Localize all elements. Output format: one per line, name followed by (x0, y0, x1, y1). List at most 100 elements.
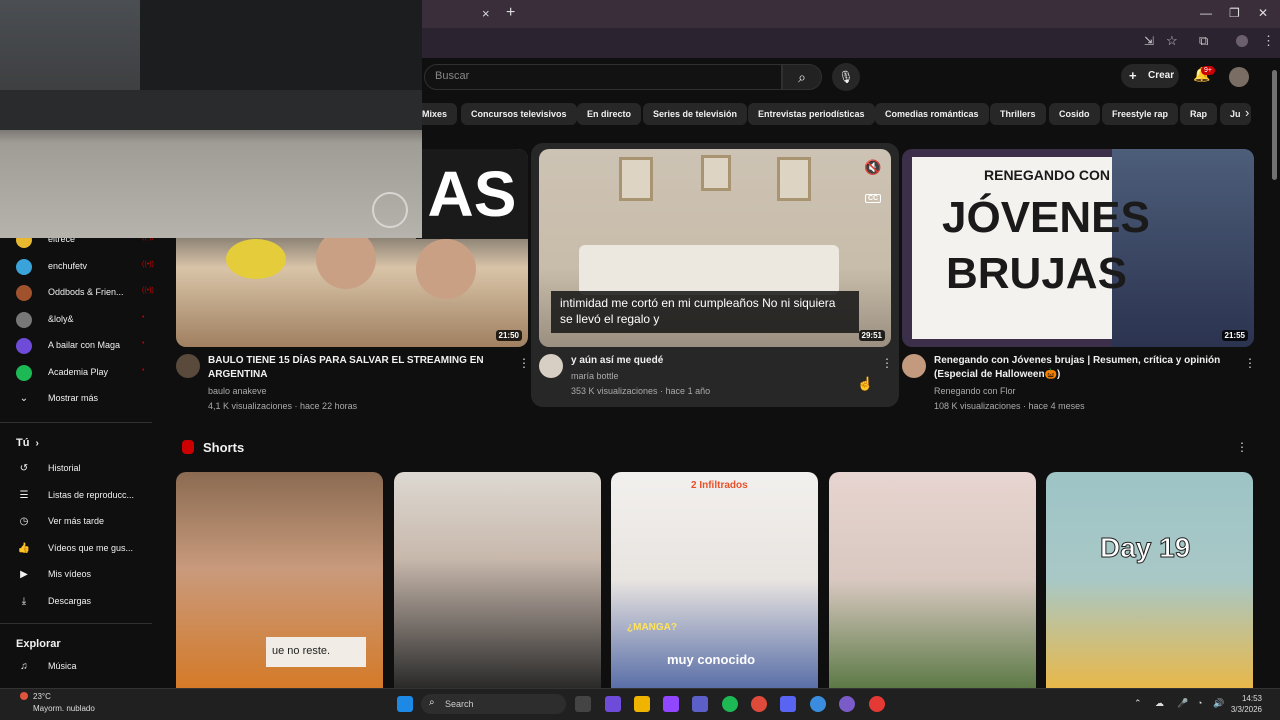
windows-start-icon[interactable] (397, 696, 413, 712)
caption-overlay: intimidad me cortó en mi cumpleaños No n… (551, 291, 859, 333)
install-app-icon[interactable]: ⇲ (1144, 34, 1154, 48)
video-title[interactable]: Renegando con Jóvenes brujas | Resumen, … (934, 354, 1234, 382)
chip[interactable]: Cosido (1049, 103, 1100, 125)
tray-chevron-icon[interactable]: ⌃ (1134, 698, 1142, 709)
sidebar-item[interactable]: ♫ Música (16, 658, 156, 678)
scrollbar-thumb[interactable] (1272, 70, 1277, 180)
more-options-icon[interactable]: ⋮ (518, 356, 530, 370)
sidebar-item[interactable]: ⤓ Descargas (16, 593, 156, 613)
live-indicator-icon: ((•)) (142, 287, 154, 295)
create-button[interactable]: + Crear (1121, 64, 1179, 88)
wifi-icon[interactable]: ◔ (1197, 698, 1202, 708)
captions-icon[interactable]: CC (865, 194, 882, 203)
app-icon[interactable] (780, 696, 796, 712)
task-view-icon[interactable] (575, 696, 591, 712)
video-title[interactable]: y aún así me quedé (571, 354, 871, 368)
search-icon: ⌕ (429, 697, 435, 708)
search-icon: ⌕ (798, 69, 806, 85)
mute-icon[interactable]: 🔇 (864, 159, 881, 176)
minimize-button[interactable]: — (1200, 6, 1212, 20)
chip[interactable]: Comedias románticas (875, 103, 989, 125)
sidebar-divider (0, 422, 152, 423)
spotify-icon[interactable] (722, 696, 738, 712)
channel-avatar[interactable] (176, 354, 200, 378)
sidebar-item[interactable]: 👍 Vídeos que me gus... (16, 540, 156, 560)
short-item[interactable]: ue no reste. (176, 472, 383, 688)
short-item[interactable]: 2 Infiltrados ¿MANGA? muy conocido (611, 472, 818, 688)
chip[interactable]: Concursos televisivos (461, 103, 577, 125)
video-thumbnail-preview[interactable]: intimidad me cortó en mi cumpleaños No n… (539, 149, 891, 347)
profile-icon[interactable] (1236, 35, 1248, 47)
tab-close-button[interactable]: × (482, 6, 490, 21)
sidebar-subscription[interactable]: Academia Play • (16, 364, 156, 384)
duration-badge: 21:50 (495, 330, 522, 341)
short-item[interactable] (394, 472, 601, 688)
obs-icon[interactable] (839, 696, 855, 712)
search-input[interactable]: Buscar (424, 64, 782, 90)
watch-later-icon: ◷ (19, 516, 29, 528)
short-item[interactable] (829, 472, 1036, 688)
account-avatar[interactable] (1229, 67, 1249, 87)
chrome-icon[interactable] (751, 696, 767, 712)
live-indicator-icon: • (142, 367, 145, 374)
notifications-badge: 9+ (1201, 66, 1215, 75)
chip[interactable]: Entrevistas periodísticas (748, 103, 875, 125)
chevron-right-icon[interactable]: › (1245, 105, 1249, 120)
thumbnail-text: RENEGANDO CON (984, 167, 1111, 183)
channel-avatar[interactable] (902, 354, 926, 378)
sidebar-item[interactable]: ▶ Mis vídeos (16, 566, 156, 586)
video-thumbnail[interactable]: RENEGANDO CON JÓVENES BRUJAS 21:55 (902, 149, 1254, 347)
app-icon[interactable] (869, 696, 885, 712)
chip[interactable]: Mixes (422, 103, 458, 125)
page-scrollbar[interactable] (1270, 58, 1280, 688)
sidebar-subscription[interactable]: enchufetv ((•)) (16, 258, 156, 278)
extensions-icon[interactable]: ⧉ (1199, 33, 1208, 49)
music-icon: ♫ (20, 661, 28, 672)
volume-icon[interactable]: 🔊 (1213, 698, 1224, 709)
new-tab-button[interactable]: + (506, 4, 515, 22)
search-button[interactable]: ⌕ (782, 64, 822, 90)
chip[interactable]: En directo (577, 103, 642, 125)
bookmark-star-icon[interactable]: ☆ (1166, 33, 1178, 49)
sidebar-subscription[interactable]: A bailar con Maga • (16, 337, 156, 357)
short-item[interactable]: Day 19 (1046, 472, 1253, 688)
copilot-icon[interactable] (605, 696, 621, 712)
sidebar-item[interactable]: ◷ Ver más tarde (16, 513, 156, 533)
maximize-button[interactable]: ❐ (1229, 6, 1240, 20)
show-more-button[interactable]: ⌄ Mostrar más (16, 390, 156, 410)
clock-time[interactable]: 14:53 (1232, 694, 1262, 703)
channel-avatar[interactable] (539, 354, 563, 378)
sidebar-item[interactable]: ↺ Historial (16, 460, 156, 480)
chip[interactable]: Rap (1180, 103, 1218, 125)
voice-search-button[interactable]: 🎙 (832, 63, 860, 91)
weather-icon[interactable] (20, 692, 28, 700)
channel-name[interactable]: maría bottle (571, 369, 619, 384)
sidebar-item[interactable]: ☰ Listas de reproducc... (16, 487, 156, 507)
teams-icon[interactable] (692, 696, 708, 712)
chip[interactable]: Freestyle rap (1102, 103, 1179, 125)
chip[interactable]: Series de televisión (643, 103, 748, 125)
more-options-icon[interactable]: ⋮ (1244, 356, 1256, 370)
file-explorer-icon[interactable] (634, 696, 650, 712)
channel-avatar (16, 285, 32, 302)
sidebar-subscription[interactable]: Oddbods & Frien... ((•)) (16, 284, 156, 304)
close-window-button[interactable]: ✕ (1258, 6, 1268, 20)
chip[interactable]: Thrillers (990, 103, 1046, 125)
sidebar-item-label: Ver más tarde (48, 516, 105, 527)
clock-date[interactable]: 3/3/2026 (1228, 705, 1262, 714)
browser-menu-icon[interactable]: ⋮ (1262, 33, 1275, 49)
weather-desc: Mayorm. nublado (33, 704, 95, 713)
microphone-icon[interactable]: 🎤 (1177, 698, 1188, 709)
onedrive-icon[interactable]: ☁ (1155, 698, 1164, 709)
more-options-icon[interactable]: ⋮ (1236, 440, 1248, 454)
channel-name[interactable]: Renegando con Flor (934, 384, 1016, 399)
taskbar-search[interactable]: ⌕ Search (421, 694, 566, 714)
sidebar-subscription[interactable]: &loly& • (16, 311, 156, 331)
twitch-icon[interactable] (663, 696, 679, 712)
channel-name[interactable]: baulo anakeve (208, 384, 267, 399)
you-heading[interactable]: Tú › (16, 437, 39, 449)
short-overlay-text: muy conocido (667, 652, 756, 667)
more-options-icon[interactable]: ⋮ (881, 356, 893, 370)
chrome-active-icon[interactable] (810, 696, 826, 712)
video-title[interactable]: BAULO TIENE 15 DÍAS PARA SALVAR EL STREA… (208, 354, 508, 382)
